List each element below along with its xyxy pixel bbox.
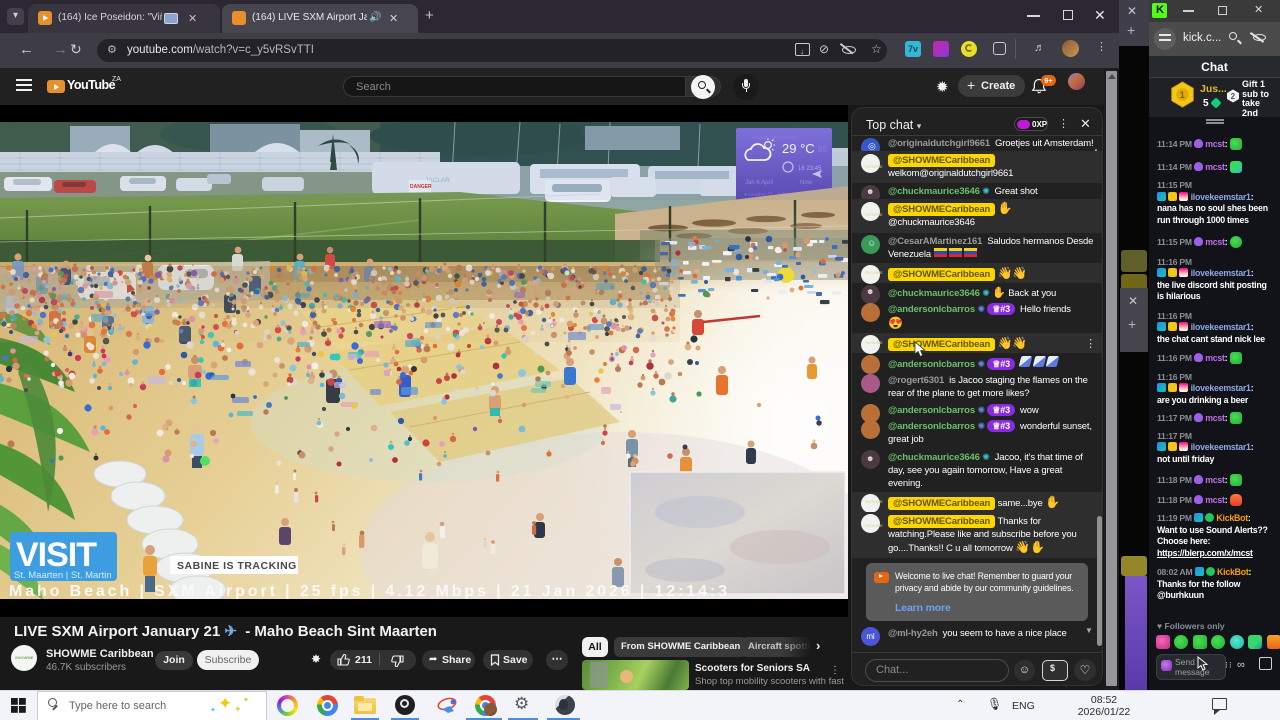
svg-text:VISIT: VISIT: [16, 536, 97, 574]
svg-text:2: 2: [1231, 92, 1236, 101]
svg-text:SABINE IS TRACKING: SABINE IS TRACKING: [177, 560, 297, 572]
svg-text:St. Maarten | St. Martin: St. Maarten | St. Martin: [14, 570, 112, 581]
svg-text:1: 1: [1180, 90, 1185, 100]
